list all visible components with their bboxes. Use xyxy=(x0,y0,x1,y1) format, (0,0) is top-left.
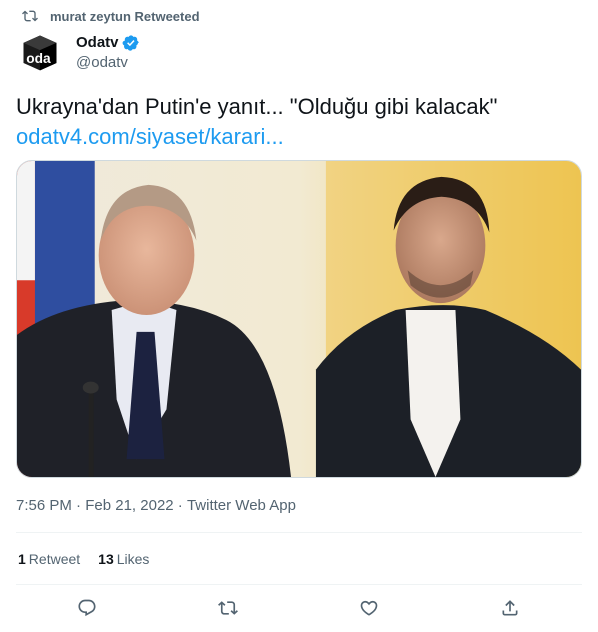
tweet-actions xyxy=(0,588,598,628)
tweet-link[interactable]: odatv4.com/siyaset/karari... xyxy=(16,122,582,152)
retweet-icon xyxy=(218,601,238,615)
share-button[interactable] xyxy=(492,590,528,626)
verified-badge-icon xyxy=(122,34,139,51)
odatv-logo: oda xyxy=(23,35,57,71)
author-names: Odatv @odatv xyxy=(76,34,140,71)
likes-stat[interactable]: 13 Likes xyxy=(98,551,149,567)
tweet-date[interactable]: Feb 21, 2022 xyxy=(85,497,173,514)
like-icon xyxy=(360,600,378,616)
display-name[interactable]: Odatv xyxy=(76,34,119,51)
like-button[interactable] xyxy=(351,590,387,626)
avatar[interactable]: oda xyxy=(16,28,64,76)
tweet-body: Ukrayna'dan Putin'e yanıt... "Olduğu gib… xyxy=(16,92,582,152)
meta-separator: · xyxy=(173,497,187,514)
retweet-banner[interactable]: murat zeytun Retweeted xyxy=(22,8,200,24)
tweet-time[interactable]: 7:56 PM xyxy=(16,497,72,514)
tweet-text: Ukrayna'dan Putin'e yanıt... "Olduğu gib… xyxy=(16,94,498,119)
share-icon xyxy=(502,600,518,616)
display-name-row: Odatv xyxy=(76,34,140,52)
tweet-header: oda Odatv @odatv xyxy=(16,28,140,76)
svg-text:oda: oda xyxy=(26,51,51,66)
tweet-meta: 7:56 PM · Feb 21, 2022 · Twitter Web App xyxy=(16,497,296,514)
tweet-source[interactable]: Twitter Web App xyxy=(187,497,296,514)
divider xyxy=(16,532,582,533)
meta-separator: · xyxy=(71,497,86,514)
likes-label: Likes xyxy=(116,551,150,567)
retweet-icon xyxy=(22,10,38,22)
retweets-stat[interactable]: 1 Retweet xyxy=(18,551,80,567)
reply-button[interactable] xyxy=(69,590,105,626)
tweet-stats: 1 Retweet 13 Likes xyxy=(18,551,167,567)
likes-count: 13 xyxy=(98,551,114,567)
retweet-banner-text: murat zeytun Retweeted xyxy=(50,8,200,24)
author-handle[interactable]: @odatv xyxy=(76,54,140,71)
tweet-image[interactable] xyxy=(16,160,582,478)
divider xyxy=(16,584,582,585)
retweet-button[interactable] xyxy=(210,590,246,626)
photo-putin-zelensky xyxy=(17,161,581,477)
retweets-count: 1 xyxy=(18,551,26,567)
reply-icon xyxy=(78,599,96,617)
retweets-label: Retweet xyxy=(28,551,81,567)
